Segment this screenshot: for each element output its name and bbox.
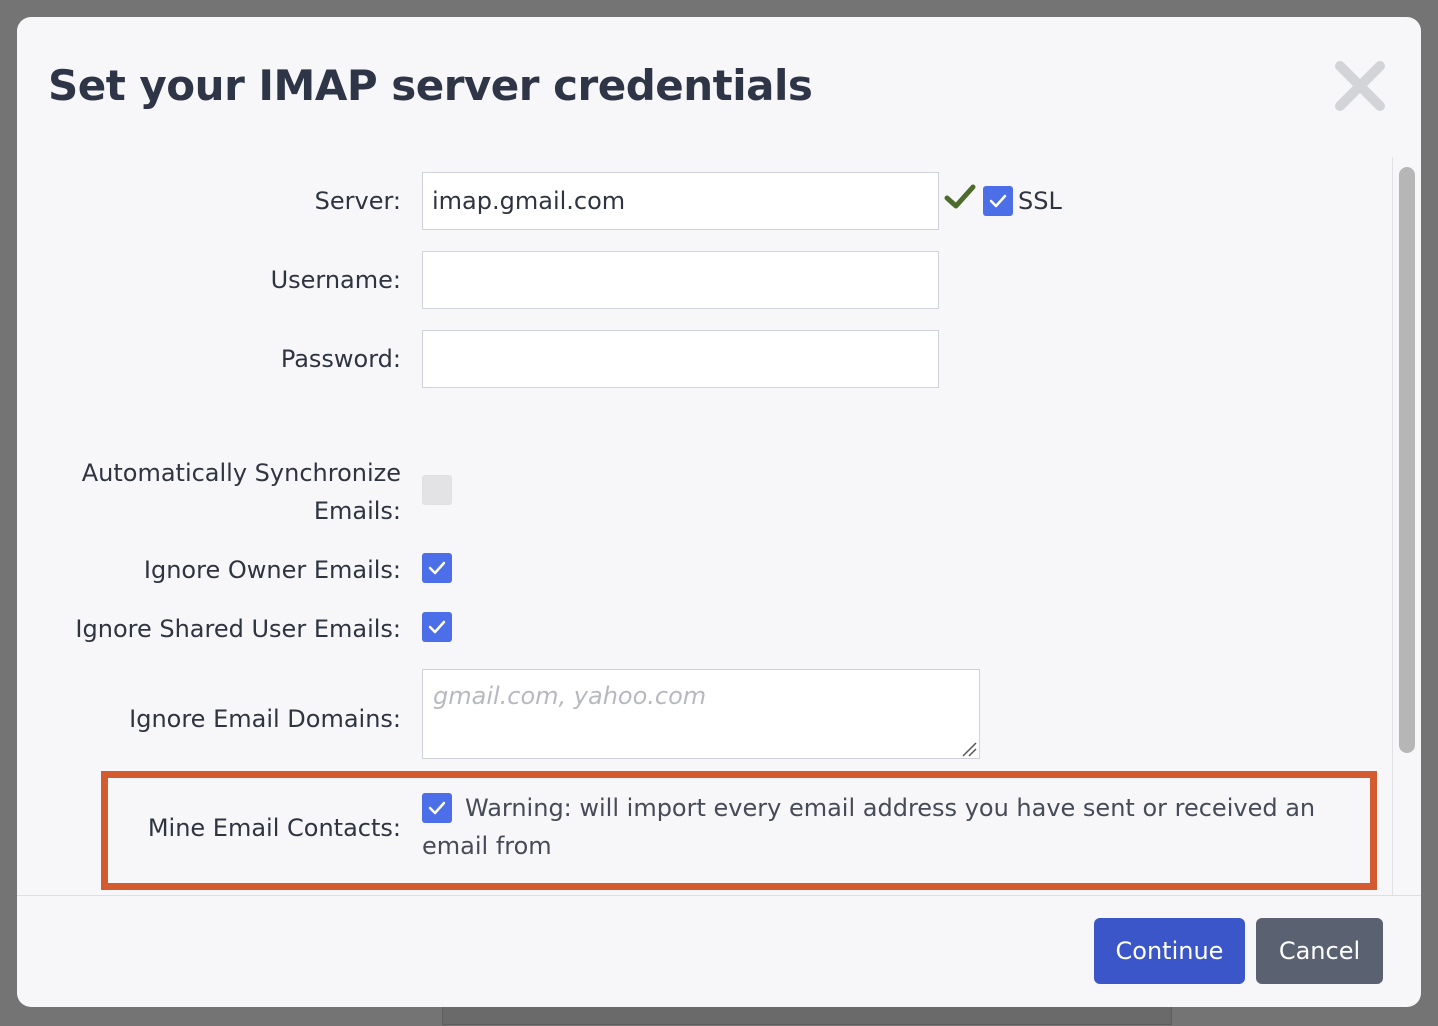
username-input[interactable]: [422, 251, 939, 309]
dialog-title: Set your IMAP server credentials: [48, 61, 813, 110]
mine-contacts-label: Mine Email Contacts:: [147, 814, 401, 842]
ignore-domains-textarea[interactable]: [422, 669, 980, 759]
cancel-button[interactable]: Cancel: [1256, 918, 1383, 984]
ssl-label: SSL: [1018, 187, 1062, 215]
password-input[interactable]: [422, 330, 939, 388]
ignore-owner-label: Ignore Owner Emails:: [143, 556, 401, 584]
resize-grip-icon[interactable]: [961, 741, 977, 757]
mine-contacts-warning: Warning: will import every email address…: [422, 794, 1316, 860]
auto-sync-label-line2: Emails:: [313, 497, 401, 525]
ignore-domains-label: Ignore Email Domains:: [129, 705, 401, 733]
ssl-checkbox[interactable]: [983, 186, 1013, 216]
server-label: Server:: [314, 187, 401, 215]
continue-button[interactable]: Continue: [1094, 918, 1245, 984]
checkmark-icon: [989, 194, 1007, 208]
ignore-shared-label: Ignore Shared User Emails:: [75, 615, 401, 643]
username-label: Username:: [270, 266, 401, 294]
ignore-shared-checkbox[interactable]: [422, 612, 452, 642]
ignore-owner-checkbox[interactable]: [422, 553, 452, 583]
checkmark-icon: [428, 561, 446, 575]
close-icon[interactable]: [1333, 59, 1387, 113]
scrollbar-thumb[interactable]: [1399, 167, 1415, 753]
valid-check-icon: [944, 184, 976, 209]
auto-sync-label-line1: Automatically Synchronize: [81, 459, 401, 487]
checkmark-icon: [428, 620, 446, 634]
imap-credentials-dialog: Set your IMAP server credentials Server:…: [17, 17, 1421, 1007]
server-input[interactable]: [422, 172, 939, 230]
footer-divider: [17, 895, 1421, 896]
password-label: Password:: [280, 345, 401, 373]
auto-sync-checkbox[interactable]: [422, 475, 452, 505]
